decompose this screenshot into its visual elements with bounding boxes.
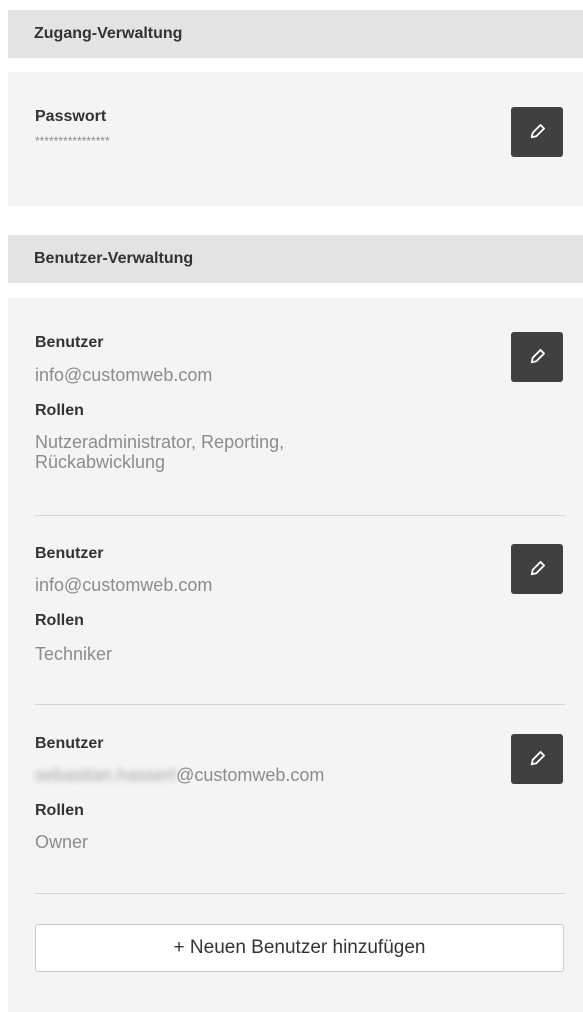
roles-label: Rollen bbox=[35, 612, 84, 629]
users-section-header: Benutzer-Verwaltung bbox=[8, 235, 583, 283]
edit-user-button[interactable] bbox=[511, 734, 563, 784]
roles-value: Techniker bbox=[35, 644, 113, 664]
password-mask: **************** bbox=[35, 134, 110, 148]
page: Zugang-Verwaltung Passwort *************… bbox=[0, 0, 583, 1012]
divider bbox=[35, 893, 565, 894]
user-email-text: info@customweb.com bbox=[35, 575, 213, 595]
user-email-text: info@customweb.com bbox=[35, 365, 213, 385]
access-section-title: Zugang-Verwaltung bbox=[34, 25, 183, 42]
add-user-button[interactable]: + Neuen Benutzer hinzufügen bbox=[35, 924, 564, 972]
user-email: sebastian.hassert@customweb.com bbox=[35, 765, 324, 785]
user-label: Benutzer bbox=[35, 334, 104, 351]
add-user-button-label: + Neuen Benutzer hinzufügen bbox=[173, 937, 426, 958]
pencil-icon bbox=[530, 124, 545, 139]
pencil-icon bbox=[530, 561, 545, 576]
edit-user-button[interactable] bbox=[511, 544, 563, 594]
divider bbox=[35, 515, 565, 516]
roles-value: Owner bbox=[35, 832, 89, 852]
pencil-icon bbox=[530, 349, 545, 364]
users-section-title: Benutzer-Verwaltung bbox=[34, 250, 194, 267]
roles-value: Nutzeradministrator, Reporting, Rückabwi… bbox=[35, 432, 285, 472]
user-email: info@customweb.com bbox=[35, 575, 212, 595]
user-email: info@customweb.com bbox=[35, 365, 212, 385]
user-label: Benutzer bbox=[35, 735, 104, 752]
user-email-text: @customweb.com bbox=[176, 765, 325, 785]
edit-user-button[interactable] bbox=[511, 332, 563, 382]
divider bbox=[35, 704, 565, 705]
pencil-icon bbox=[530, 751, 545, 766]
user-label: Benutzer bbox=[35, 545, 104, 562]
roles-label: Rollen bbox=[35, 402, 84, 419]
access-section-header: Zugang-Verwaltung bbox=[8, 10, 583, 58]
users-panel: Benutzer info@customweb.com Rollen Nutze… bbox=[8, 298, 583, 1012]
edit-password-button[interactable] bbox=[511, 107, 563, 157]
roles-label: Rollen bbox=[35, 802, 84, 819]
password-label: Passwort bbox=[35, 108, 107, 125]
access-panel: Passwort **************** bbox=[8, 72, 583, 206]
user-email-prefix-blurred: sebastian.hassert bbox=[35, 765, 177, 785]
